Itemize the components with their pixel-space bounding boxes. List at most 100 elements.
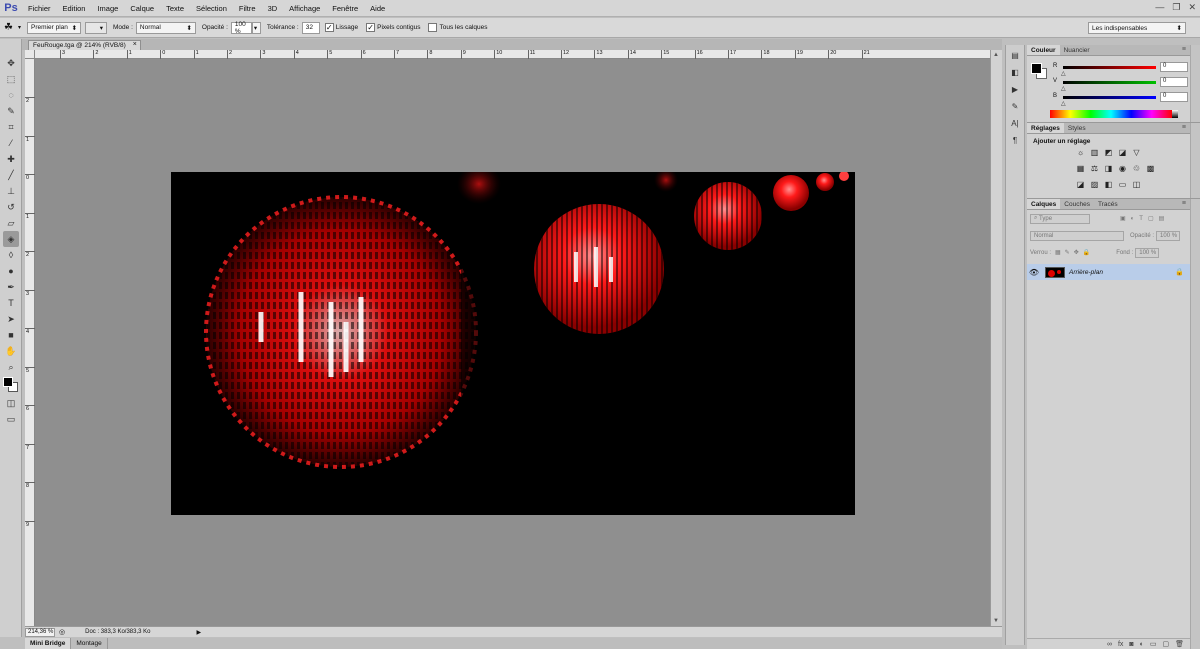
history-brush-tool-icon[interactable]: ↺ [3, 199, 19, 215]
properties-panel-icon[interactable]: ◧ [1008, 65, 1022, 79]
brush-tool-icon[interactable]: ╱ [3, 167, 19, 183]
tab-traces[interactable]: Tracés [1094, 199, 1122, 209]
new-adjustment-icon[interactable]: ◐ [1140, 641, 1144, 648]
menu-filtre[interactable]: Filtre [233, 4, 262, 13]
layer-opacity-input[interactable]: 100 % [1156, 230, 1181, 241]
screen-mode-icon[interactable]: ▭ [3, 411, 19, 427]
tab-couches[interactable]: Couches [1060, 199, 1094, 209]
brush-panel-icon[interactable]: ✎ [1008, 99, 1022, 113]
zoom-level-field[interactable]: 214,36 % [25, 627, 55, 637]
tous-calques-checkbox[interactable] [428, 23, 438, 32]
invert-icon[interactable]: ◪ [1075, 179, 1086, 190]
menu-3d[interactable]: 3D [262, 4, 284, 13]
fill-input[interactable]: 100 % [1135, 247, 1160, 258]
marquee-tool-icon[interactable]: ⬚ [3, 71, 19, 87]
threshold-icon[interactable]: ◧ [1103, 179, 1114, 190]
vertical-ruler[interactable]: 2 1 0 1 2 3 4 5 6 7 8 9 [25, 59, 35, 626]
shape-tool-icon[interactable]: ■ [3, 327, 19, 343]
add-mask-icon[interactable]: ◙ [1129, 641, 1133, 648]
quick-mask-icon[interactable]: ◫ [3, 395, 19, 411]
layer-row-arriere-plan[interactable]: 👁 Arrière-plan 🔒 [1027, 264, 1190, 280]
tab-calques[interactable]: Calques [1027, 199, 1061, 209]
paint-bucket-icon[interactable]: ☘ [4, 22, 18, 33]
clone-stamp-tool-icon[interactable]: ⊥ [3, 183, 19, 199]
blend-mode-select[interactable]: Normal [1030, 230, 1124, 241]
scroll-up-icon[interactable]: ▲ [993, 52, 999, 58]
blur-tool-icon[interactable]: ◊ [3, 247, 19, 263]
menu-fichier[interactable]: Fichier [22, 4, 57, 13]
slider-thumb-icon[interactable]: △ [1061, 100, 1066, 107]
foreground-color-chip[interactable] [1031, 63, 1042, 74]
character-panel-icon[interactable]: A| [1008, 116, 1022, 130]
green-value-input[interactable]: 0 [1160, 77, 1188, 87]
color-balance-icon[interactable]: ⚖ [1089, 163, 1100, 174]
menu-fenetre[interactable]: Fenêtre [326, 4, 364, 13]
foreground-color-swatch[interactable] [3, 377, 13, 387]
posterize-icon[interactable]: ▨ [1089, 179, 1100, 190]
green-slider[interactable]: V △ 0 [1053, 77, 1189, 92]
hue-saturation-icon[interactable]: ▦ [1075, 163, 1086, 174]
color-lookup-icon[interactable]: ▩ [1145, 163, 1156, 174]
lock-icons[interactable]: ▦✎✥🔒 [1055, 249, 1094, 256]
layer-filter-icons[interactable]: ▣◐T▢▤ [1120, 215, 1169, 222]
close-icon[interactable]: ✕ [1188, 2, 1196, 13]
crop-tool-icon[interactable]: ⌗ [3, 119, 19, 135]
panel-menu-icon[interactable]: ≡ [1182, 46, 1186, 53]
color-spectrum-ramp[interactable] [1050, 110, 1172, 118]
paragraph-panel-icon[interactable]: ¶ [1008, 133, 1022, 147]
exposure-icon[interactable]: ◪ [1117, 147, 1128, 158]
layer-filter-select[interactable]: ⌕ Type [1030, 213, 1090, 224]
restore-icon[interactable]: ❐ [1172, 2, 1180, 13]
blue-slider-track[interactable] [1063, 96, 1156, 99]
healing-brush-tool-icon[interactable]: ✚ [3, 151, 19, 167]
close-tab-icon[interactable]: × [133, 41, 137, 48]
brightness-contrast-icon[interactable]: ☼ [1075, 147, 1086, 158]
photo-filter-icon[interactable]: ◉ [1117, 163, 1128, 174]
curves-icon[interactable]: ◩ [1103, 147, 1114, 158]
layer-name[interactable]: Arrière-plan [1069, 269, 1103, 276]
document-image[interactable] [171, 172, 855, 515]
menu-aide[interactable]: Aide [364, 4, 391, 13]
vertical-scrollbar[interactable]: ▲ ▼ [990, 50, 1002, 626]
menu-edition[interactable]: Edition [57, 4, 92, 13]
red-slider-track[interactable] [1063, 66, 1156, 69]
menu-selection[interactable]: Sélection [190, 4, 233, 13]
hand-tool-icon[interactable]: ✋ [3, 343, 19, 359]
panel-menu-icon[interactable]: ≡ [1182, 200, 1186, 207]
panel-menu-icon[interactable]: ≡ [1182, 124, 1186, 131]
menu-calque[interactable]: Calque [124, 4, 160, 13]
levels-icon[interactable]: ▥ [1089, 147, 1100, 158]
vibrance-icon[interactable]: ▽ [1131, 147, 1142, 158]
black-white-ramp[interactable] [1172, 110, 1178, 118]
red-slider[interactable]: R △ 0 [1053, 62, 1189, 77]
tab-mini-bridge[interactable]: Mini Bridge [25, 638, 72, 649]
green-slider-track[interactable] [1063, 81, 1156, 84]
visibility-eye-icon[interactable]: 👁 [1027, 268, 1041, 277]
tab-montage[interactable]: Montage [71, 638, 108, 649]
pattern-picker[interactable]: ▾ [85, 21, 108, 34]
lissage-checkbox[interactable]: ✓ [324, 23, 334, 32]
eyedropper-tool-icon[interactable]: ⁄ [3, 135, 19, 151]
blue-slider[interactable]: B △ 0 [1053, 92, 1189, 107]
selective-color-icon[interactable]: ◫ [1131, 179, 1142, 190]
document-tab[interactable]: FeuRouge.tga @ 214% (RVB/8) × [28, 40, 141, 50]
menu-affichage[interactable]: Affichage [283, 4, 326, 13]
channel-mixer-icon[interactable]: ♲ [1131, 163, 1142, 174]
link-layers-icon[interactable]: ∞ [1107, 641, 1112, 648]
new-layer-icon[interactable]: ▢ [1162, 640, 1169, 648]
tab-reglages[interactable]: Réglages [1027, 123, 1064, 133]
history-panel-icon[interactable]: ▤ [1008, 48, 1022, 62]
paint-bucket-tool-icon[interactable]: ◈ [3, 231, 19, 247]
delete-layer-icon[interactable]: 🗑 [1175, 640, 1184, 648]
tab-styles[interactable]: Styles [1064, 123, 1090, 133]
black-white-icon[interactable]: ◨ [1103, 163, 1114, 174]
horizontal-ruler[interactable]: 3 2 1 0 1 2 3 4 5 6 7 8 9 10 11 12 13 14 15 16 17 18 19 20 21 [35, 50, 992, 59]
menu-texte[interactable]: Texte [160, 4, 190, 13]
ruler-corner[interactable] [25, 50, 35, 59]
opacity-dropdown[interactable]: ▾ [251, 21, 261, 34]
gradient-map-icon[interactable]: ▭ [1117, 179, 1128, 190]
workspace-select[interactable]: Les indispensables ⬍ [1088, 22, 1186, 34]
red-value-input[interactable]: 0 [1160, 62, 1188, 72]
canvas-area[interactable] [35, 59, 990, 626]
actions-panel-icon[interactable]: ▶ [1008, 82, 1022, 96]
